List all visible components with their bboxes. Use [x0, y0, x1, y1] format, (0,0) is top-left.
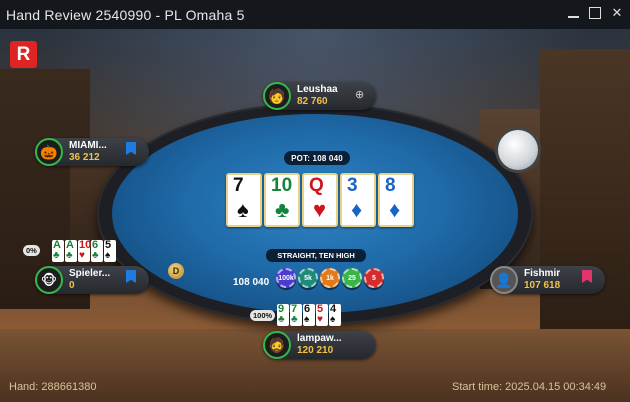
chip: 5k — [298, 268, 318, 288]
player-seat-left-top[interactable]: 🎃 MIAMI... 36 212 — [35, 138, 149, 166]
bookmark-icon[interactable] — [126, 142, 136, 155]
board-card: 7 ♠ — [226, 173, 262, 227]
chip: 100k — [276, 268, 296, 288]
bet-amount: 108 040 — [233, 277, 270, 288]
player-stack: 0 — [69, 280, 75, 291]
equity-badge: 0% — [23, 245, 40, 256]
chip: 5 — [364, 268, 384, 288]
hole-card: 5 ♥ — [316, 304, 328, 326]
winning-hand-label: STRAIGHT, TEN HIGH — [266, 249, 366, 262]
maximize-button[interactable] — [588, 5, 602, 21]
maximize-icon — [589, 7, 601, 19]
hole-card: 6 ♠ — [303, 304, 315, 326]
board-card: Q ♥ — [302, 173, 338, 227]
window-title: Hand Review 2540990 - PL Omaha 5 — [6, 6, 245, 23]
board-card: 10 ♣ — [264, 173, 300, 227]
add-note-icon[interactable]: ⊕ — [355, 88, 364, 101]
player-name: lampaw... — [297, 333, 342, 344]
brand-logo: R — [10, 41, 37, 68]
background-building — [540, 49, 630, 349]
hole-card: A ♣ — [65, 240, 77, 262]
avatar: 🎃 — [35, 138, 63, 166]
hand-review-window: Hand Review 2540990 - PL Omaha 5 ✕ R POT… — [0, 0, 630, 402]
board-card: 3 ♦ — [340, 173, 376, 227]
hole-card: A ♣ — [52, 240, 64, 262]
hand-id: Hand: 288661380 — [9, 381, 97, 393]
hole-card: 4 ♠ — [329, 304, 341, 326]
table-light-orb — [498, 130, 538, 170]
start-time: Start time: 2025.04.15 00:34:49 — [452, 381, 607, 393]
pot-label: POT: 108 040 — [284, 151, 350, 165]
chip: 1k — [320, 268, 340, 288]
chip: 25 — [342, 268, 362, 288]
player-stack: 36 212 — [69, 152, 100, 163]
player-name: Fishmir — [524, 268, 561, 279]
dealer-button: D — [168, 263, 184, 279]
player-seat-top[interactable]: 🧑 Leushaa 82 760 ⊕ — [263, 82, 376, 110]
bookmark-icon[interactable] — [582, 270, 592, 283]
close-button[interactable]: ✕ — [610, 5, 624, 21]
hole-card: 10 ♥ — [78, 239, 92, 262]
player-stack: 107 618 — [524, 280, 561, 291]
player-stack: 82 760 — [297, 96, 328, 107]
hole-card: 9 ♣ — [277, 304, 289, 326]
avatar: 👤 — [490, 266, 518, 294]
player-name: MIAMI... — [69, 140, 107, 151]
hero-hole-cards: 9 ♣ 7 ♣ 6 ♠ 5 ♥ 4 ♠ — [277, 304, 341, 326]
close-icon: ✕ — [611, 5, 623, 20]
player-name: Spieler... — [69, 268, 111, 279]
chip-stack: 100k 5k 1k 25 5 — [276, 268, 384, 288]
equity-badge: 100% — [250, 310, 276, 321]
avatar: 🐵 — [35, 266, 63, 294]
player-seat-hero[interactable]: 🧔 lampaw... 120 210 — [263, 331, 376, 359]
player-seat-left-bottom[interactable]: 🐵 Spieler... 0 — [35, 266, 149, 294]
title-bar[interactable]: Hand Review 2540990 - PL Omaha 5 ✕ — [0, 0, 630, 29]
bookmark-icon[interactable] — [126, 270, 136, 283]
player-name: Leushaa — [297, 84, 338, 95]
player-seat-right[interactable]: 👤 Fishmir 107 618 — [490, 266, 605, 294]
board-card: 8 ♦ — [378, 173, 414, 227]
player-hole-cards: A ♣ A ♣ 10 ♥ 6 ♣ 5 ♠ — [52, 240, 116, 262]
board-cards: 7 ♠ 10 ♣ Q ♥ 3 ♦ 8 ♦ — [226, 173, 414, 227]
window-controls: ✕ — [566, 5, 624, 21]
minimize-button[interactable] — [566, 5, 580, 21]
hole-card: 5 ♠ — [104, 240, 116, 262]
hole-card: 7 ♣ — [290, 304, 302, 326]
avatar: 🧔 — [263, 331, 291, 359]
hole-card: 6 ♣ — [91, 240, 103, 262]
player-stack: 120 210 — [297, 345, 334, 356]
avatar: 🧑 — [263, 82, 291, 110]
minimize-icon — [567, 16, 579, 18]
